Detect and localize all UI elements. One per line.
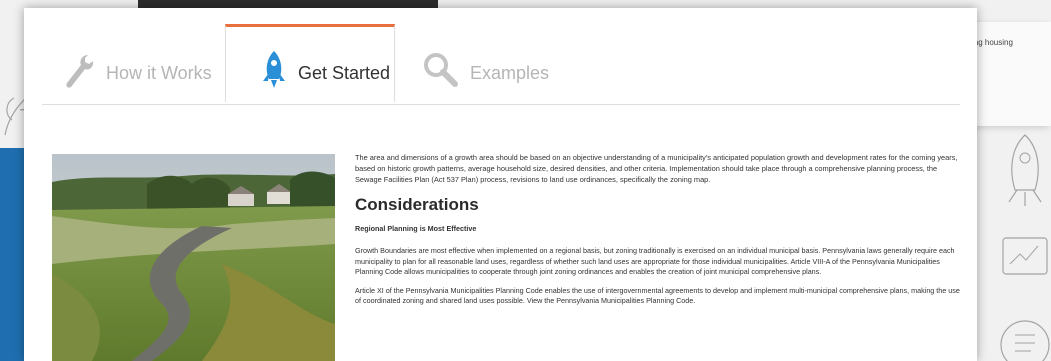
tab-label: Examples — [470, 62, 550, 83]
tablet-sketch-icon — [1002, 237, 1048, 275]
tab-how-it-works[interactable]: How it Works — [64, 24, 224, 104]
background-card-text: ing housing — [972, 38, 1013, 47]
landscape-photo — [52, 154, 335, 361]
modal-dialog: How it Works Get Started Examples The ar… — [24, 8, 977, 361]
subsection-heading: Regional Planning is Most Effective — [355, 224, 477, 233]
body-paragraph: Growth Boundaries are most effective whe… — [355, 246, 955, 276]
section-heading: Considerations — [355, 195, 479, 214]
tab-examples[interactable]: Examples — [422, 24, 582, 104]
tab-label: Get Started — [298, 63, 391, 83]
background-hero-strip — [138, 0, 438, 8]
body-paragraph: Article XI of the Pennsylvania Municipal… — [355, 285, 960, 306]
rocket-sketch-icon — [1008, 134, 1042, 206]
rocket-icon — [263, 50, 285, 88]
intro-paragraph: The area and dimensions of a growth area… — [355, 153, 958, 184]
content-area: The area and dimensions of a growth area… — [355, 152, 961, 315]
tab-get-started[interactable]: Get Started — [225, 24, 395, 102]
document-sketch-icon — [1000, 320, 1050, 361]
tab-bar: How it Works Get Started Examples — [42, 24, 960, 105]
tab-label: How it Works — [106, 62, 212, 83]
magnifier-icon — [424, 53, 458, 87]
wrench-icon — [66, 55, 94, 88]
